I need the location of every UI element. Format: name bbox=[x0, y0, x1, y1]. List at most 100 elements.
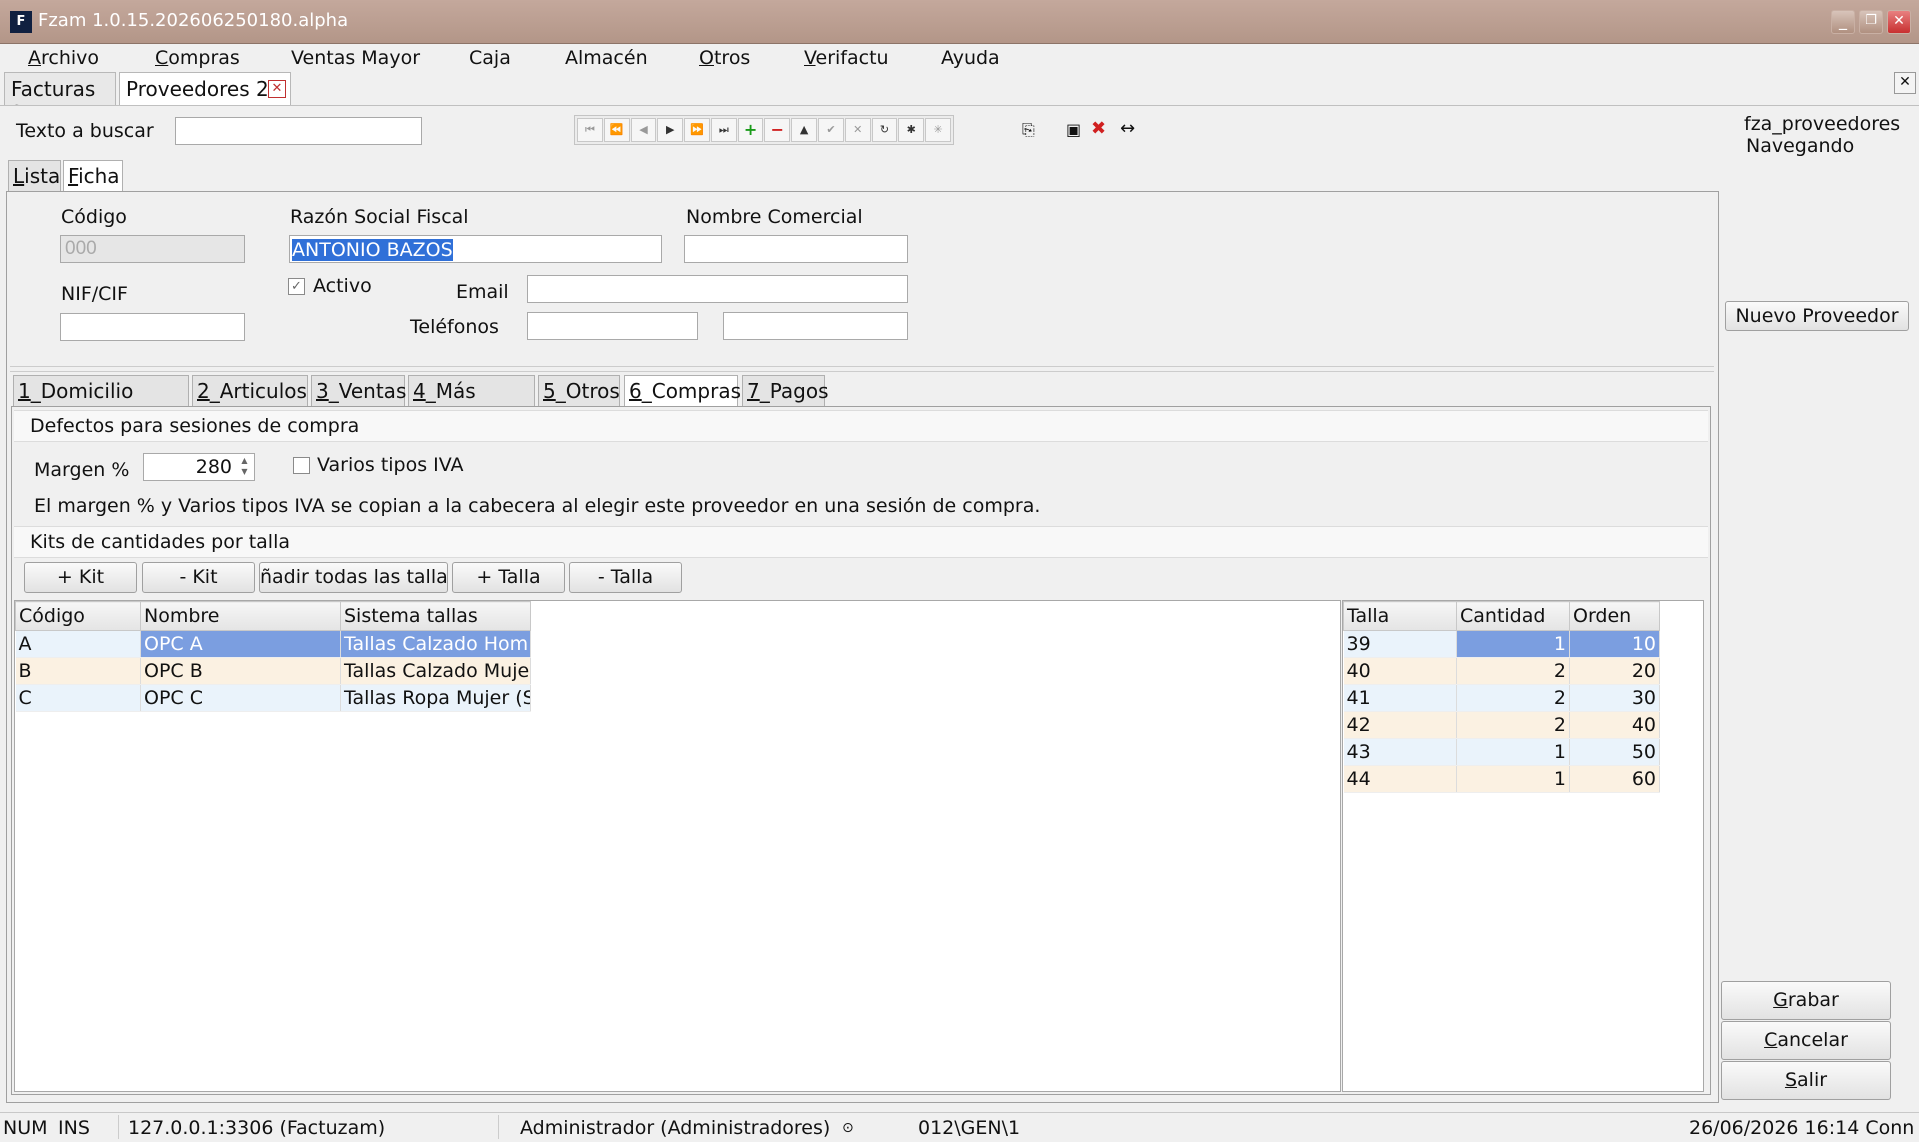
table-cell[interactable]: A bbox=[15, 630, 141, 658]
cancelar-button[interactable]: Cancelar bbox=[1721, 1021, 1891, 1060]
table-cell[interactable]: 2 bbox=[1456, 684, 1570, 712]
prior-record-icon[interactable]: ◀ bbox=[630, 118, 657, 142]
table-row[interactable]: 39 1 10 bbox=[1343, 630, 1660, 658]
table-cell[interactable]: 20 bbox=[1569, 657, 1660, 685]
tab-pagos[interactable]: 7_Pagos bbox=[742, 375, 829, 407]
table-cell[interactable]: OPC B bbox=[140, 657, 341, 685]
telefono2-field[interactable] bbox=[723, 312, 908, 340]
tab-domicilio-fiscal[interactable]: 1_Domicilio fiscal bbox=[13, 375, 189, 427]
save-layout-icon[interactable]: ▣ bbox=[1066, 120, 1081, 139]
tab-proveedores[interactable]: Proveedores 2 bbox=[119, 72, 291, 106]
column-header[interactable]: Cantidad bbox=[1456, 601, 1570, 631]
menu-compras[interactable]: Compras bbox=[155, 47, 240, 69]
table-cell[interactable]: 2 bbox=[1456, 711, 1570, 739]
next-record-icon[interactable]: ▶ bbox=[657, 118, 684, 142]
table-cell[interactable]: 40 bbox=[1343, 657, 1457, 685]
table-cell[interactable]: 39 bbox=[1343, 630, 1457, 658]
column-header[interactable]: Código bbox=[15, 601, 141, 631]
remove-talla-button[interactable]: - Talla bbox=[569, 562, 682, 593]
menu-ventas-mayor[interactable]: Ventas Mayor bbox=[291, 47, 420, 69]
cancel-edit-icon[interactable]: ✕ bbox=[844, 118, 871, 142]
tab-otros[interactable]: 5_Otros bbox=[538, 375, 620, 407]
post-record-icon[interactable]: ✔ bbox=[818, 118, 844, 142]
add-all-tallas-button[interactable]: ñadir todas las talla bbox=[259, 562, 448, 593]
table-cell[interactable]: OPC C bbox=[140, 684, 341, 712]
close-tab-icon[interactable]: ✕ bbox=[268, 80, 286, 98]
table-row[interactable]: B OPC B Tallas Calzado Muje bbox=[15, 657, 531, 685]
tab-articulos[interactable]: 2_Articulos bbox=[192, 375, 308, 407]
delete-record-icon[interactable]: − bbox=[764, 118, 791, 142]
telefono1-field[interactable] bbox=[527, 312, 698, 340]
prior-page-icon[interactable]: ⏪ bbox=[603, 118, 630, 142]
nuevo-proveedor-button[interactable]: Nuevo Proveedor bbox=[1725, 301, 1909, 331]
table-row[interactable]: 44 1 60 bbox=[1343, 765, 1660, 793]
copy-icon[interactable]: ⎘ bbox=[1022, 120, 1035, 140]
table-cell[interactable]: 1 bbox=[1456, 738, 1570, 766]
menu-verifactu[interactable]: Verifactu bbox=[804, 47, 889, 69]
menu-almacen[interactable]: Almacén bbox=[565, 47, 648, 69]
table-row[interactable]: A OPC A Tallas Calzado Hom bbox=[15, 630, 531, 658]
remove-kit-button[interactable]: - Kit bbox=[142, 562, 255, 593]
table-row[interactable]: 43 1 50 bbox=[1343, 738, 1660, 766]
nif-field[interactable] bbox=[60, 313, 245, 341]
grabar-button[interactable]: Grabar bbox=[1721, 981, 1891, 1020]
table-cell[interactable]: 40 bbox=[1569, 711, 1660, 739]
add-kit-button[interactable]: + Kit bbox=[24, 562, 137, 593]
column-header[interactable]: Nombre bbox=[140, 601, 341, 631]
table-cell[interactable]: 1 bbox=[1456, 765, 1570, 793]
table-cell[interactable]: 10 bbox=[1569, 630, 1660, 658]
activo-checkbox[interactable]: ✓ bbox=[288, 278, 305, 295]
tab-lista[interactable]: Lista bbox=[8, 160, 61, 192]
column-header[interactable]: Orden bbox=[1569, 601, 1660, 631]
table-cell[interactable]: Tallas Ropa Mujer (S bbox=[340, 684, 531, 712]
table-cell[interactable]: OPC A bbox=[140, 630, 341, 658]
salir-button[interactable]: Salir bbox=[1721, 1061, 1891, 1100]
tab-facturas[interactable]: Facturas 2 bbox=[4, 72, 116, 125]
menu-caja[interactable]: Caja bbox=[469, 47, 511, 69]
table-cell[interactable]: Tallas Calzado Hom bbox=[340, 630, 531, 658]
tab-ficha[interactable]: Ficha bbox=[63, 160, 123, 192]
varios-iva-checkbox[interactable] bbox=[293, 457, 310, 474]
add-talla-button[interactable]: + Talla bbox=[452, 562, 565, 593]
table-row[interactable]: C OPC C Tallas Ropa Mujer (S bbox=[15, 684, 531, 712]
razon-social-field[interactable]: ANTONIO BAZOS bbox=[289, 235, 662, 263]
restore-button[interactable]: ❐ bbox=[1859, 10, 1883, 34]
edit-record-icon[interactable]: ▲ bbox=[791, 118, 818, 142]
table-cell[interactable]: 2 bbox=[1456, 657, 1570, 685]
spinner-arrows-icon[interactable]: ▲ ▼ bbox=[236, 455, 253, 479]
column-header[interactable]: Sistema tallas bbox=[340, 601, 531, 631]
table-cell[interactable]: C bbox=[15, 684, 141, 712]
last-record-icon[interactable]: ⏭ bbox=[710, 118, 737, 142]
table-row[interactable]: 41 2 30 bbox=[1343, 684, 1660, 712]
splitter[interactable] bbox=[10, 366, 1714, 372]
menu-otros[interactable]: Otros bbox=[699, 47, 750, 69]
nombre-comercial-field[interactable] bbox=[684, 235, 908, 263]
menu-archivo[interactable]: Archivo bbox=[28, 47, 99, 69]
email-field[interactable] bbox=[527, 275, 908, 303]
table-cell[interactable]: 44 bbox=[1343, 765, 1457, 793]
refresh-icon[interactable]: ↻ bbox=[871, 118, 898, 142]
search-input[interactable] bbox=[175, 117, 422, 145]
tab-compras[interactable]: 6_Compras bbox=[624, 375, 741, 407]
table-cell[interactable]: 41 bbox=[1343, 684, 1457, 712]
next-page-icon[interactable]: ⏩ bbox=[684, 118, 710, 142]
table-cell[interactable]: Tallas Calzado Muje bbox=[340, 657, 531, 685]
minimize-button[interactable]: _ bbox=[1831, 10, 1855, 34]
table-cell[interactable]: 60 bbox=[1569, 765, 1660, 793]
column-header[interactable]: Talla bbox=[1343, 601, 1457, 631]
tab-mas-datos[interactable]: 4_Más datos bbox=[408, 375, 535, 427]
table-cell[interactable]: 43 bbox=[1343, 738, 1457, 766]
first-record-icon[interactable]: ⏮ bbox=[577, 118, 603, 142]
apply-update-icon[interactable]: ✱ bbox=[898, 118, 925, 142]
kits-grid[interactable]: Código Nombre Sistema tallas A OPC A Tal… bbox=[14, 600, 1341, 1092]
table-cell[interactable]: 50 bbox=[1569, 738, 1660, 766]
close-all-icon[interactable]: ✕ bbox=[1894, 72, 1916, 94]
cancel-update-icon[interactable]: ✳ bbox=[925, 118, 951, 142]
delete-layout-icon[interactable]: ✖ bbox=[1091, 118, 1106, 139]
close-window-button[interactable]: ✕ bbox=[1887, 10, 1911, 34]
resize-columns-icon[interactable]: ↔ bbox=[1120, 118, 1135, 139]
table-cell[interactable]: 30 bbox=[1569, 684, 1660, 712]
table-cell[interactable]: 1 bbox=[1456, 630, 1570, 658]
tab-ventas[interactable]: 3_Ventas bbox=[311, 375, 406, 407]
table-row[interactable]: 40 2 20 bbox=[1343, 657, 1660, 685]
